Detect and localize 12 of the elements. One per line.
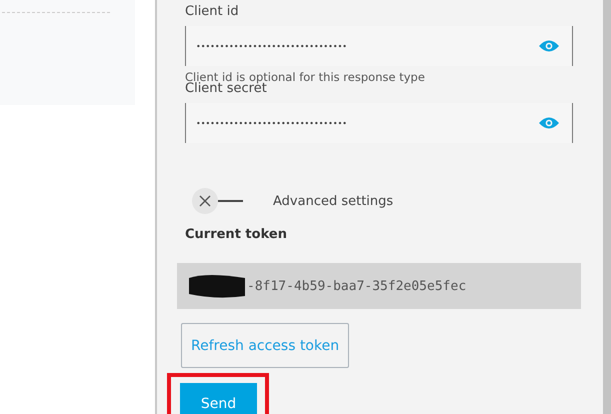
field-hint: Client id is optional for this response type bbox=[185, 70, 426, 81]
redaction-scribble bbox=[187, 272, 247, 300]
field-label: Client secret bbox=[185, 81, 267, 98]
token-value: -8f17-4b59-baa7-35f2e05e5fec bbox=[247, 278, 466, 294]
field-label: Client id bbox=[185, 4, 240, 21]
scrollbar[interactable] bbox=[603, 0, 611, 414]
section-label: Current token bbox=[185, 227, 288, 244]
toggle-label: Advanced settings bbox=[273, 194, 394, 208]
password-field[interactable]: •••••••••••••••••••••••••••••••• bbox=[185, 103, 573, 143]
eye-icon[interactable] bbox=[538, 39, 560, 53]
password-field[interactable]: •••••••••••••••••••••••••••••••• bbox=[185, 26, 573, 66]
eye-icon[interactable] bbox=[538, 116, 560, 130]
